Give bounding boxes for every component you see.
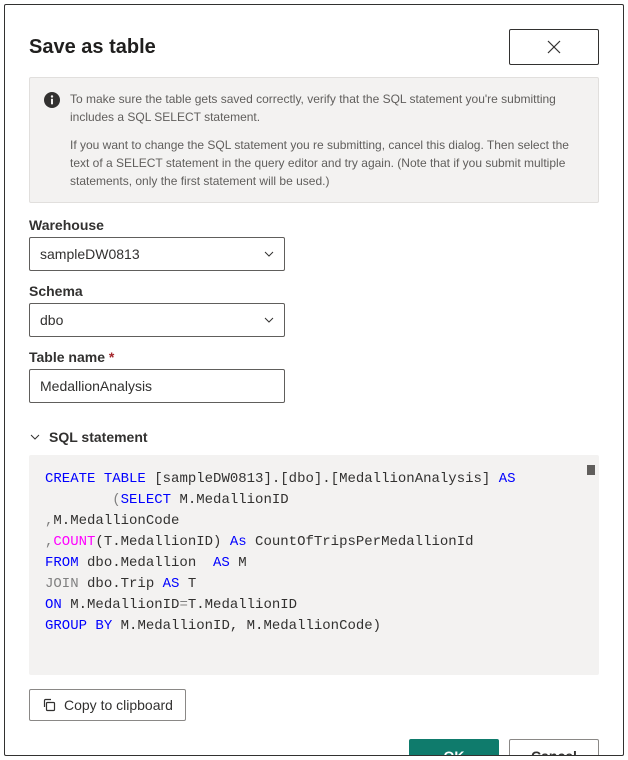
info-icon bbox=[44, 92, 60, 108]
dialog-footer: OK Cancel bbox=[29, 739, 599, 756]
sql-statement-box: CREATE TABLE [sampleDW0813].[dbo].[Medal… bbox=[29, 455, 599, 675]
copy-label: Copy to clipboard bbox=[64, 697, 173, 713]
close-button[interactable] bbox=[509, 29, 599, 65]
sql-statement-label: SQL statement bbox=[49, 429, 148, 445]
info-box: To make sure the table gets saved correc… bbox=[29, 77, 599, 203]
info-line-1: To make sure the table gets saved correc… bbox=[70, 90, 584, 126]
warehouse-select-wrap[interactable] bbox=[29, 237, 285, 271]
dialog-header: Save as table bbox=[29, 29, 599, 65]
schema-select[interactable] bbox=[29, 303, 285, 337]
save-as-table-dialog: Save as table To make sure the table get… bbox=[4, 4, 624, 756]
dialog-title: Save as table bbox=[29, 36, 156, 59]
tablename-input[interactable] bbox=[29, 369, 285, 403]
copy-icon bbox=[42, 698, 56, 712]
scrollbar[interactable] bbox=[587, 465, 595, 475]
info-text: To make sure the table gets saved correc… bbox=[70, 90, 584, 190]
sql-statement-toggle[interactable]: SQL statement bbox=[29, 429, 599, 445]
schema-select-wrap[interactable] bbox=[29, 303, 285, 337]
schema-label: Schema bbox=[29, 283, 599, 299]
close-icon bbox=[547, 40, 561, 54]
tablename-label: Table name * bbox=[29, 349, 599, 365]
required-asterisk: * bbox=[109, 349, 114, 365]
chevron-down-icon bbox=[29, 431, 41, 443]
copy-to-clipboard-button[interactable]: Copy to clipboard bbox=[29, 689, 186, 721]
warehouse-select[interactable] bbox=[29, 237, 285, 271]
ok-button[interactable]: OK bbox=[409, 739, 499, 756]
tablename-field-group: Table name * bbox=[29, 349, 599, 403]
sql-content[interactable]: CREATE TABLE [sampleDW0813].[dbo].[Medal… bbox=[29, 455, 599, 651]
cancel-button[interactable]: Cancel bbox=[509, 739, 599, 756]
warehouse-field-group: Warehouse bbox=[29, 217, 599, 271]
warehouse-label: Warehouse bbox=[29, 217, 599, 233]
copy-row: Copy to clipboard bbox=[29, 689, 599, 721]
schema-field-group: Schema bbox=[29, 283, 599, 337]
info-line-2: If you want to change the SQL statement … bbox=[70, 136, 584, 190]
